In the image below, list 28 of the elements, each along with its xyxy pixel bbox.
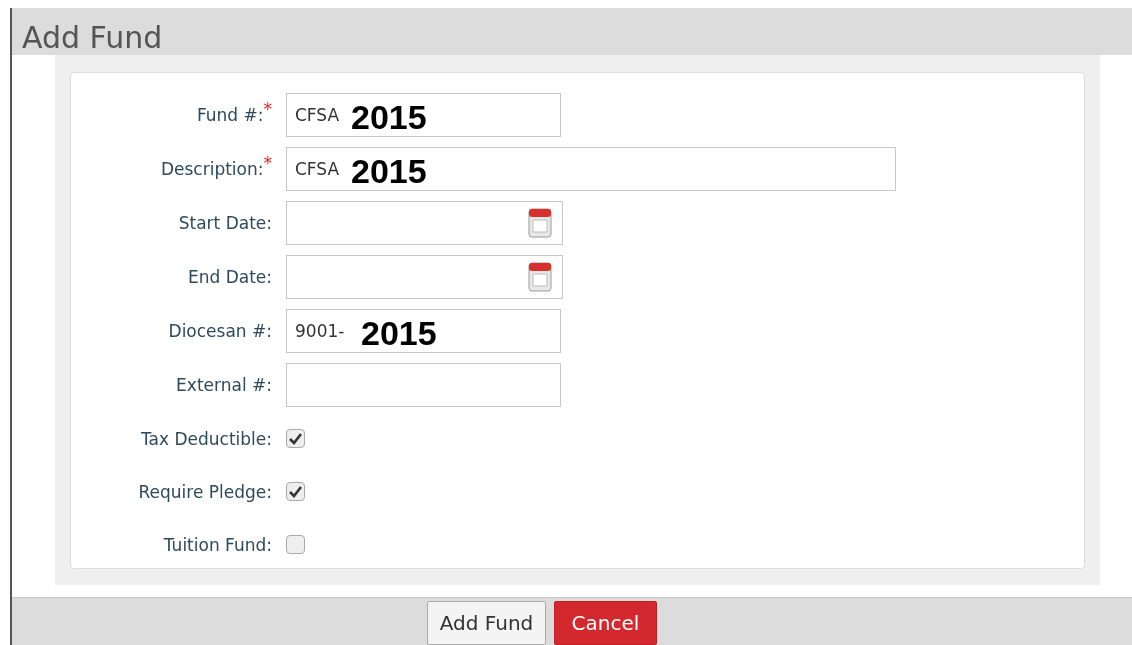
date-field[interactable] [286,255,563,299]
checkbox[interactable] [286,482,305,501]
field-label: End Date: [187,267,272,287]
cancel-button[interactable]: Cancel [554,601,657,645]
input-field[interactable]: CFSA 2015 [286,93,561,137]
field-label: Diocesan #: [168,321,272,341]
required-mark: * [263,99,272,119]
input-field[interactable]: CFSA 2015 [286,147,896,191]
checkbox-label: Tax Deductible: [140,428,272,449]
field-label: Fund #: [196,105,264,125]
input-field[interactable]: 9001- 2015 [286,309,561,353]
checkbox[interactable] [286,429,305,448]
overlay-text: 2015 [361,316,437,350]
overlay-text: 2015 [351,100,427,134]
calendar-icon[interactable] [528,208,552,238]
required-mark: * [263,153,272,173]
input-field[interactable] [286,363,561,407]
checkbox-label: Tuition Fund: [162,534,272,555]
calendar-icon[interactable] [528,262,552,292]
checkbox[interactable] [286,535,305,554]
field-label: Description: [160,159,264,179]
field-label: External #: [176,375,272,395]
checkbox-label: Require Pledge: [137,481,272,502]
date-field[interactable] [286,201,563,245]
dialog-title: Add Fund [22,23,163,55]
add-button[interactable]: Add Fund [427,601,546,645]
overlay-text: 2015 [351,154,427,188]
field-label: Start Date: [178,213,272,233]
